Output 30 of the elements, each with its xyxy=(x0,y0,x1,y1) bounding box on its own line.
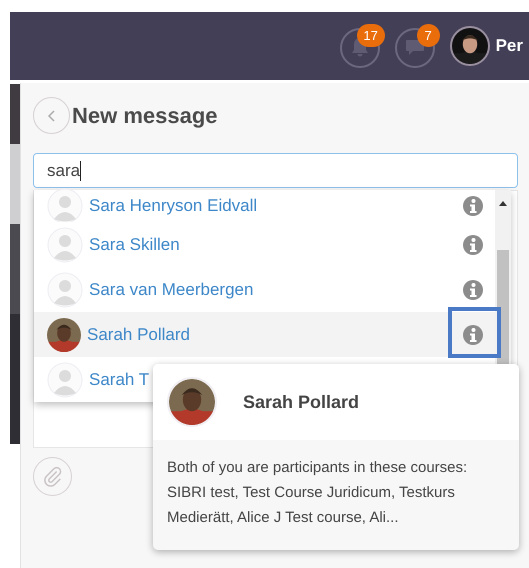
search-field[interactable]: sara xyxy=(33,153,518,188)
chevron-left-icon xyxy=(48,110,56,122)
result-item[interactable]: Sara Henryson Eidvall xyxy=(34,190,495,222)
result-name: Sara Henryson Eidvall xyxy=(89,195,258,218)
avatar-placeholder-icon xyxy=(47,272,83,308)
result-name: Sarah Pollard xyxy=(87,324,190,346)
search-value: sara xyxy=(47,160,80,182)
user-name[interactable]: Per xyxy=(496,33,523,59)
info-icon[interactable] xyxy=(463,196,483,216)
avatar-placeholder-icon xyxy=(47,362,83,398)
paperclip-icon xyxy=(42,466,64,488)
highlight-frame xyxy=(448,307,501,358)
result-name: Sara van Meerbergen xyxy=(89,278,254,301)
panel-title: New message xyxy=(72,102,218,130)
result-name: Sara Skillen xyxy=(89,234,180,256)
avatar-placeholder-icon xyxy=(47,188,83,224)
result-name: Sarah T xyxy=(89,368,150,391)
scroll-up-arrow-icon xyxy=(499,201,507,206)
notifications-button[interactable]: 17 xyxy=(340,24,386,68)
notification-count-badge: 17 xyxy=(356,24,385,47)
message-count-badge: 7 xyxy=(416,24,440,47)
popover-name: Sarah Pollard xyxy=(243,390,360,414)
shared-courses-text: Both of you are participants in these courses: SIBRI test, Test Course Juridicum, Testkurs Medierätt, Alice J Test course, Ali... xyxy=(166,458,468,528)
speech-bubble-icon xyxy=(394,28,435,68)
info-icon[interactable] xyxy=(463,324,483,344)
avatar-placeholder-icon xyxy=(47,226,83,262)
result-item[interactable]: Sarah Pollard xyxy=(34,312,495,357)
info-icon[interactable] xyxy=(463,280,483,300)
messages-button[interactable]: 7 xyxy=(394,24,441,68)
info-icon[interactable] xyxy=(463,234,483,254)
